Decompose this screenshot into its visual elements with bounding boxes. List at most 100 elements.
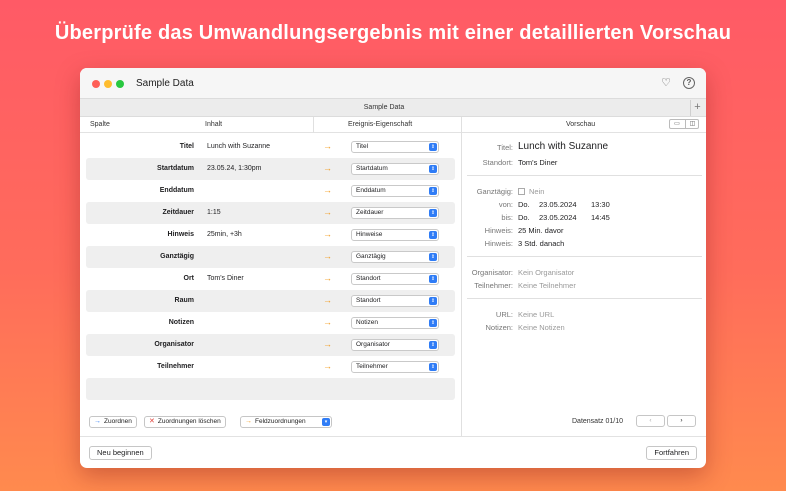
property-select[interactable]: Standort ⇕: [351, 273, 439, 285]
row-content-value: Tom's Diner: [207, 275, 244, 282]
row-column-label: Zeitdauer: [162, 209, 194, 216]
next-record-button[interactable]: ›: [667, 415, 696, 427]
chevron-updown-icon: ⇕: [429, 187, 437, 195]
property-select[interactable]: Zeitdauer ⇕: [351, 207, 439, 219]
property-select-value: Zeitdauer: [356, 209, 384, 216]
table-row: Teilnehmer → Teilnehmer ⇕: [86, 356, 455, 378]
help-icon[interactable]: ?: [683, 77, 695, 89]
property-select-value: Startdatum: [356, 165, 388, 172]
row-column-label: Organisator: [154, 341, 194, 348]
preview-organizer-value: Kein Organisator: [518, 268, 575, 277]
column-inhalt: Inhalt: [205, 121, 223, 128]
tab-sample-data[interactable]: Sample Data: [80, 104, 688, 111]
clear-assignments-label: Zuordnungen löschen: [157, 418, 221, 425]
row-column-label: Ganztägig: [160, 253, 194, 260]
property-select-value: Standort: [356, 275, 381, 282]
property-select[interactable]: Organisator ⇕: [351, 339, 439, 351]
clear-assignments-button[interactable]: ✕ Zuordnungen löschen: [144, 416, 226, 428]
preview-mode-toggle[interactable]: ▭ ◫: [669, 119, 699, 129]
folder-icon[interactable]: ▭: [670, 120, 684, 128]
property-select-value: Notizen: [356, 319, 379, 326]
arrow-right-icon: →: [323, 141, 332, 151]
property-select-value: Enddatum: [356, 187, 386, 194]
column-header: Spalte Inhalt Ereignis-Eigenschaft Vorsc…: [80, 117, 706, 133]
property-select[interactable]: Standort ⇕: [351, 295, 439, 307]
table-row: Ort Tom's Diner → Standort ⇕: [86, 268, 455, 290]
property-select-value: Ganztägig: [356, 253, 386, 260]
chevron-updown-icon: ⇕: [429, 363, 437, 371]
property-select[interactable]: Teilnehmer ⇕: [351, 361, 439, 373]
chevron-updown-icon: ⇕: [429, 319, 437, 327]
preview-alert1-key: Hinweis:: [484, 226, 513, 235]
previous-record-button[interactable]: ‹: [636, 415, 665, 427]
chevron-updown-icon: ⇕: [429, 297, 437, 305]
table-row: Zeitdauer 1:15 → Zeitdauer ⇕: [86, 202, 455, 224]
property-select-value: Organisator: [356, 341, 390, 348]
row-column-label: Hinweis: [167, 231, 194, 238]
heart-icon[interactable]: ♡: [660, 77, 672, 89]
table-row: Hinweis 25min, +3h → Hinweise ⇕: [86, 224, 455, 246]
preview-divider: [467, 256, 702, 257]
arrow-right-icon: →: [323, 163, 332, 173]
preview-from-key: von:: [498, 200, 513, 209]
arrow-right-icon: →: [94, 418, 101, 425]
minimize-window-button[interactable]: [104, 80, 112, 88]
preview-url-key: URL:: [495, 310, 513, 319]
preview-to-time: 14:45: [591, 213, 610, 222]
property-select[interactable]: Hinweise ⇕: [351, 229, 439, 241]
x-icon: ✕: [149, 418, 155, 425]
row-column-label: Titel: [179, 143, 194, 150]
preview-divider: [467, 298, 702, 299]
property-select[interactable]: Startdatum ⇕: [351, 163, 439, 175]
add-tab-button[interactable]: +: [690, 100, 704, 116]
preview-attendees-value: Keine Teilnehmer: [518, 281, 576, 290]
property-select[interactable]: Notizen ⇕: [351, 317, 439, 329]
table-row: Ganztägig → Ganztägig ⇕: [86, 246, 455, 268]
row-content-value: 23.05.24, 1:30pm: [207, 165, 262, 172]
row-column-label: Notizen: [168, 319, 194, 326]
chevron-updown-icon: ⇕: [429, 253, 437, 261]
arrow-right-icon: →: [245, 418, 252, 425]
property-select-value: Hinweise: [356, 231, 383, 238]
footer: Neu beginnen Fortfahren: [80, 436, 706, 468]
preview-notes-key: Notizen:: [485, 323, 513, 332]
arrow-right-icon: →: [323, 229, 332, 239]
arrow-right-icon: →: [323, 317, 332, 327]
arrow-right-icon: →: [323, 361, 332, 371]
chevron-left-icon: ‹: [649, 417, 652, 424]
panel-icon[interactable]: ◫: [685, 120, 699, 128]
row-content-value: 1:15: [207, 209, 221, 216]
preview-from-time: 13:30: [591, 200, 610, 209]
chevron-right-icon: ›: [680, 417, 683, 424]
table-row: Raum → Standort ⇕: [86, 290, 455, 312]
chevron-updown-icon: ⇕: [429, 231, 437, 239]
preview-attendees-key: Teilnehmer:: [474, 281, 513, 290]
continue-button[interactable]: Fortfahren: [646, 446, 697, 460]
restart-button[interactable]: Neu beginnen: [89, 446, 152, 460]
property-select[interactable]: Enddatum ⇕: [351, 185, 439, 197]
preview-notes-value: Keine Notizen: [518, 323, 565, 332]
property-select[interactable]: Titel ⇕: [351, 141, 439, 153]
mapping-table: Titel Lunch with Suzanne → Titel ⇕ Startdatum…: [86, 136, 455, 400]
preview-title-value: Lunch with Suzanne: [518, 141, 609, 152]
preview-location-key: Standort:: [482, 158, 513, 167]
record-counter: Datensatz 01/10: [572, 418, 623, 425]
close-window-button[interactable]: [92, 80, 100, 88]
assign-button[interactable]: → Zuordnen: [89, 416, 137, 428]
property-select-value: Teilnehmer: [356, 363, 388, 370]
title-bar: Sample Data ♡ ?: [80, 68, 706, 98]
zoom-window-button[interactable]: [116, 80, 124, 88]
property-select-value: Titel: [356, 143, 369, 150]
chevron-updown-icon: ⇕: [429, 209, 437, 217]
preview-from-day: Do.: [518, 200, 530, 209]
arrow-right-icon: →: [323, 207, 332, 217]
arrow-right-icon: →: [323, 185, 332, 195]
field-mappings-select[interactable]: → Feldzuordnungen ▾: [240, 416, 332, 428]
preview-allday-value: Nein: [529, 187, 545, 196]
preview-alert2-key: Hinweis:: [484, 239, 513, 248]
property-select[interactable]: Ganztägig ⇕: [351, 251, 439, 263]
arrow-right-icon: →: [323, 251, 332, 261]
row-column-label: Startdatum: [157, 165, 194, 172]
preview-url-value: Keine URL: [518, 310, 555, 319]
table-row: Startdatum 23.05.24, 1:30pm → Startdatum ⇕: [86, 158, 455, 180]
